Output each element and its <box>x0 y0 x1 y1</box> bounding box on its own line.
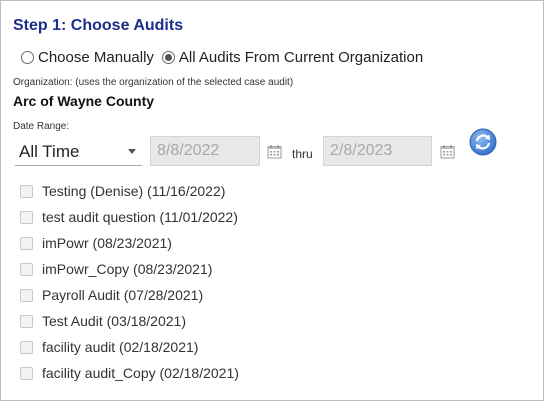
list-item[interactable]: Test Audit (03/18/2021) <box>20 308 239 334</box>
list-item[interactable]: test audit question (11/01/2022) <box>20 204 239 230</box>
list-item[interactable]: imPowr (08/23/2021) <box>20 230 239 256</box>
choose-manually-radio[interactable] <box>21 51 34 64</box>
audit-label: imPowr_Copy (08/23/2021) <box>42 261 213 277</box>
all-audits-radio[interactable] <box>161 51 175 64</box>
date-to-placeholder: 2/8/2023 <box>330 142 393 159</box>
date-range-selected-value: All Time <box>19 141 80 161</box>
refresh-icon[interactable] <box>469 128 497 156</box>
audit-label: test audit question (11/01/2022) <box>42 209 238 225</box>
audit-mode-radio-group: Choose Manually All Audits From Current … <box>21 49 431 66</box>
list-item[interactable]: Payroll Audit (07/28/2021) <box>20 282 239 308</box>
date-range-label: Date Range: <box>13 121 70 132</box>
calendar-icon[interactable] <box>267 144 282 159</box>
list-item[interactable]: Testing (Denise) (11/16/2022) <box>20 178 239 204</box>
all-audits-label[interactable]: All Audits From Current Organization <box>179 49 423 66</box>
audit-label: Test Audit (03/18/2021) <box>42 313 186 329</box>
organization-note: Organization: (uses the organization of … <box>13 77 294 88</box>
date-range-select[interactable]: All Time <box>15 138 142 166</box>
list-item[interactable]: facility audit (02/18/2021) <box>20 334 239 360</box>
audit-checkbox[interactable] <box>20 314 33 328</box>
audit-list: Testing (Denise) (11/16/2022) test audit… <box>20 178 239 386</box>
audit-checkbox[interactable] <box>20 210 33 224</box>
audit-label: imPowr (08/23/2021) <box>42 235 172 251</box>
chevron-down-icon <box>128 149 136 154</box>
audit-label: facility audit_Copy (02/18/2021) <box>42 365 239 381</box>
audit-checkbox[interactable] <box>20 288 33 302</box>
audit-label: Payroll Audit (07/28/2021) <box>42 287 204 303</box>
date-from-placeholder: 8/8/2022 <box>157 142 220 159</box>
list-item[interactable]: imPowr_Copy (08/23/2021) <box>20 256 239 282</box>
audit-checkbox[interactable] <box>20 340 33 354</box>
audit-checkbox[interactable] <box>20 184 33 198</box>
choose-manually-label[interactable]: Choose Manually <box>38 49 154 66</box>
list-item[interactable]: facility audit_Copy (02/18/2021) <box>20 360 239 386</box>
organization-name: Arc of Wayne County <box>13 93 155 109</box>
audit-checkbox[interactable] <box>20 262 33 276</box>
page-title: Step 1: Choose Audits <box>13 17 184 34</box>
audit-checkbox[interactable] <box>20 236 33 250</box>
audit-label: facility audit (02/18/2021) <box>42 339 199 355</box>
thru-label: thru <box>292 147 313 161</box>
audit-checkbox[interactable] <box>20 366 33 380</box>
choose-audits-panel: Step 1: Choose Audits Choose Manually Al… <box>0 0 544 401</box>
audit-label: Testing (Denise) (11/16/2022) <box>42 183 226 199</box>
date-from-input[interactable]: 8/8/2022 <box>150 136 260 166</box>
calendar-icon[interactable] <box>440 144 455 159</box>
date-to-input[interactable]: 2/8/2023 <box>323 136 432 166</box>
